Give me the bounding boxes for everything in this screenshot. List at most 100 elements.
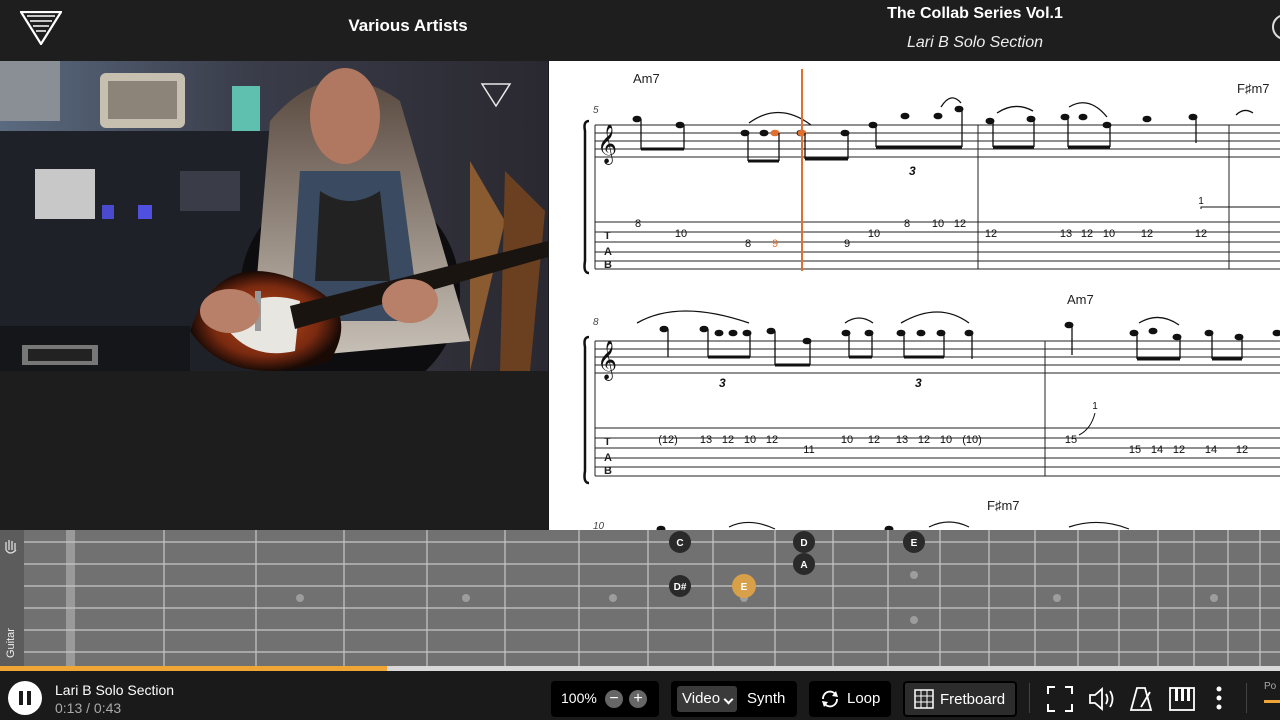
svg-text:1: 1	[1198, 196, 1204, 207]
time-display: 0:13 / 0:43	[55, 700, 122, 716]
svg-text:(10): (10)	[962, 434, 982, 446]
svg-text:D: D	[800, 538, 807, 549]
svg-text:14: 14	[1151, 444, 1163, 456]
svg-text:E: E	[911, 538, 918, 549]
svg-text:D#: D#	[674, 582, 687, 593]
note-marker-active: E	[732, 574, 756, 598]
chord-label: Am7	[633, 71, 660, 86]
svg-text:3: 3	[719, 376, 726, 390]
svg-text:13: 13	[700, 434, 712, 446]
svg-text:12: 12	[918, 434, 930, 446]
note-marker: C	[669, 531, 691, 553]
chord-label: Am7	[1067, 292, 1094, 307]
loop-icon	[822, 690, 838, 708]
svg-text:13: 13	[896, 434, 908, 446]
measure-number: 8	[593, 317, 599, 328]
volume-icon[interactable]	[1087, 685, 1117, 713]
svg-text:8: 8	[904, 218, 910, 230]
svg-text:12: 12	[985, 228, 997, 240]
svg-text:10: 10	[841, 434, 853, 446]
svg-text:13: 13	[1060, 228, 1072, 240]
top-bar: Various Artists The Collab Series Vol.1 …	[0, 0, 1280, 61]
video-mode-label: Video	[682, 690, 721, 707]
loop-label: Loop	[847, 690, 881, 707]
svg-text:10: 10	[744, 434, 756, 446]
svg-text:12: 12	[868, 434, 880, 446]
svg-text:(12): (12)	[658, 434, 678, 446]
measure-number: 5	[593, 105, 599, 116]
loop-button[interactable]: Loop	[809, 681, 891, 717]
svg-text:12: 12	[1081, 228, 1093, 240]
svg-text:B: B	[604, 465, 612, 477]
zoom-in-button[interactable]: +	[629, 690, 647, 708]
chord-label: F♯m7	[987, 498, 1020, 513]
section-title: Lari B Solo Section	[906, 34, 1044, 51]
track-title: Lari B Solo Section	[55, 682, 175, 698]
svg-text:A: A	[800, 560, 807, 571]
more-options-icon[interactable]	[1214, 685, 1224, 713]
media-mode-toggle: Video Synth	[671, 681, 797, 717]
song-title: The Collab Series Vol.1	[887, 5, 1063, 22]
svg-text:8: 8	[745, 238, 751, 250]
fullscreen-icon[interactable]	[1046, 685, 1074, 713]
svg-text:C: C	[676, 538, 683, 549]
svg-text:E: E	[741, 582, 748, 593]
note-marker: D#	[669, 575, 691, 597]
instrument-label: Guitar	[5, 628, 17, 658]
video-padding	[0, 371, 548, 530]
svg-text:10: 10	[932, 218, 944, 230]
note-marker: D	[793, 531, 815, 553]
svg-text:12: 12	[1195, 228, 1207, 240]
svg-text:8: 8	[635, 218, 641, 230]
fretboard-svg: C D E A D# E Guitar	[0, 530, 1280, 666]
svg-text:12: 12	[1236, 444, 1248, 456]
svg-text:10: 10	[1103, 228, 1115, 240]
video-mode-button[interactable]: Video	[677, 686, 737, 712]
fretboard-label: Fretboard	[940, 691, 1006, 708]
video-player[interactable]	[0, 61, 548, 371]
svg-text:3: 3	[909, 164, 916, 178]
svg-text:𝄞: 𝄞	[597, 124, 617, 165]
pause-button[interactable]	[8, 681, 42, 715]
fretboard-toggle-button[interactable]: Fretboard	[903, 681, 1017, 717]
svg-text:T: T	[604, 436, 611, 448]
svg-text:14: 14	[1205, 444, 1217, 456]
svg-text:12: 12	[766, 434, 778, 446]
divider	[1246, 683, 1247, 713]
partial-control[interactable]: Po	[1264, 681, 1280, 711]
svg-text:T: T	[604, 230, 611, 242]
piano-icon[interactable]	[1168, 685, 1196, 713]
svg-text:A: A	[604, 246, 612, 258]
svg-text:3: 3	[915, 376, 922, 390]
metronome-icon[interactable]	[1128, 685, 1156, 713]
svg-text:11: 11	[803, 444, 814, 456]
svg-text:12: 12	[722, 434, 734, 446]
svg-text:1: 1	[1092, 401, 1098, 412]
system-3: F♯m7 10	[593, 498, 1130, 530]
artist-name: Various Artists	[348, 16, 468, 35]
svg-text:9: 9	[844, 238, 850, 250]
svg-text:9: 9	[772, 238, 778, 250]
fretboard-icon	[914, 689, 934, 709]
svg-text:B: B	[604, 259, 612, 271]
system-2: Am7 8 𝄞 T A B 3 3 (12) 13 12 10 12 11 10…	[583, 292, 1280, 485]
player-controls: Lari B Solo Section 0:13 / 0:43 100% − +…	[0, 671, 1280, 720]
note-marker: E	[903, 531, 925, 553]
svg-text:10: 10	[675, 228, 687, 240]
app-logo-icon[interactable]	[20, 11, 62, 45]
chord-label: F♯m7	[1237, 81, 1270, 96]
video-frame	[0, 61, 548, 371]
note-marker: A	[793, 553, 815, 575]
svg-text:15: 15	[1065, 434, 1077, 446]
synth-mode-button[interactable]: Synth	[747, 690, 785, 707]
zoom-out-button[interactable]: −	[605, 690, 623, 708]
svg-text:A: A	[604, 452, 612, 464]
fretboard-panel[interactable]: C D E A D# E Guitar	[0, 530, 1280, 666]
sheet-music[interactable]: Am7 F♯m7 5 𝄞 T A B 3 8 10 8 9 9 10 8 10 …	[549, 61, 1280, 530]
svg-text:12: 12	[954, 218, 966, 230]
svg-text:15: 15	[1129, 444, 1141, 456]
measure-number: 10	[593, 521, 605, 530]
svg-text:12: 12	[1141, 228, 1153, 240]
svg-text:10: 10	[940, 434, 952, 446]
account-icon[interactable]	[1272, 14, 1280, 40]
